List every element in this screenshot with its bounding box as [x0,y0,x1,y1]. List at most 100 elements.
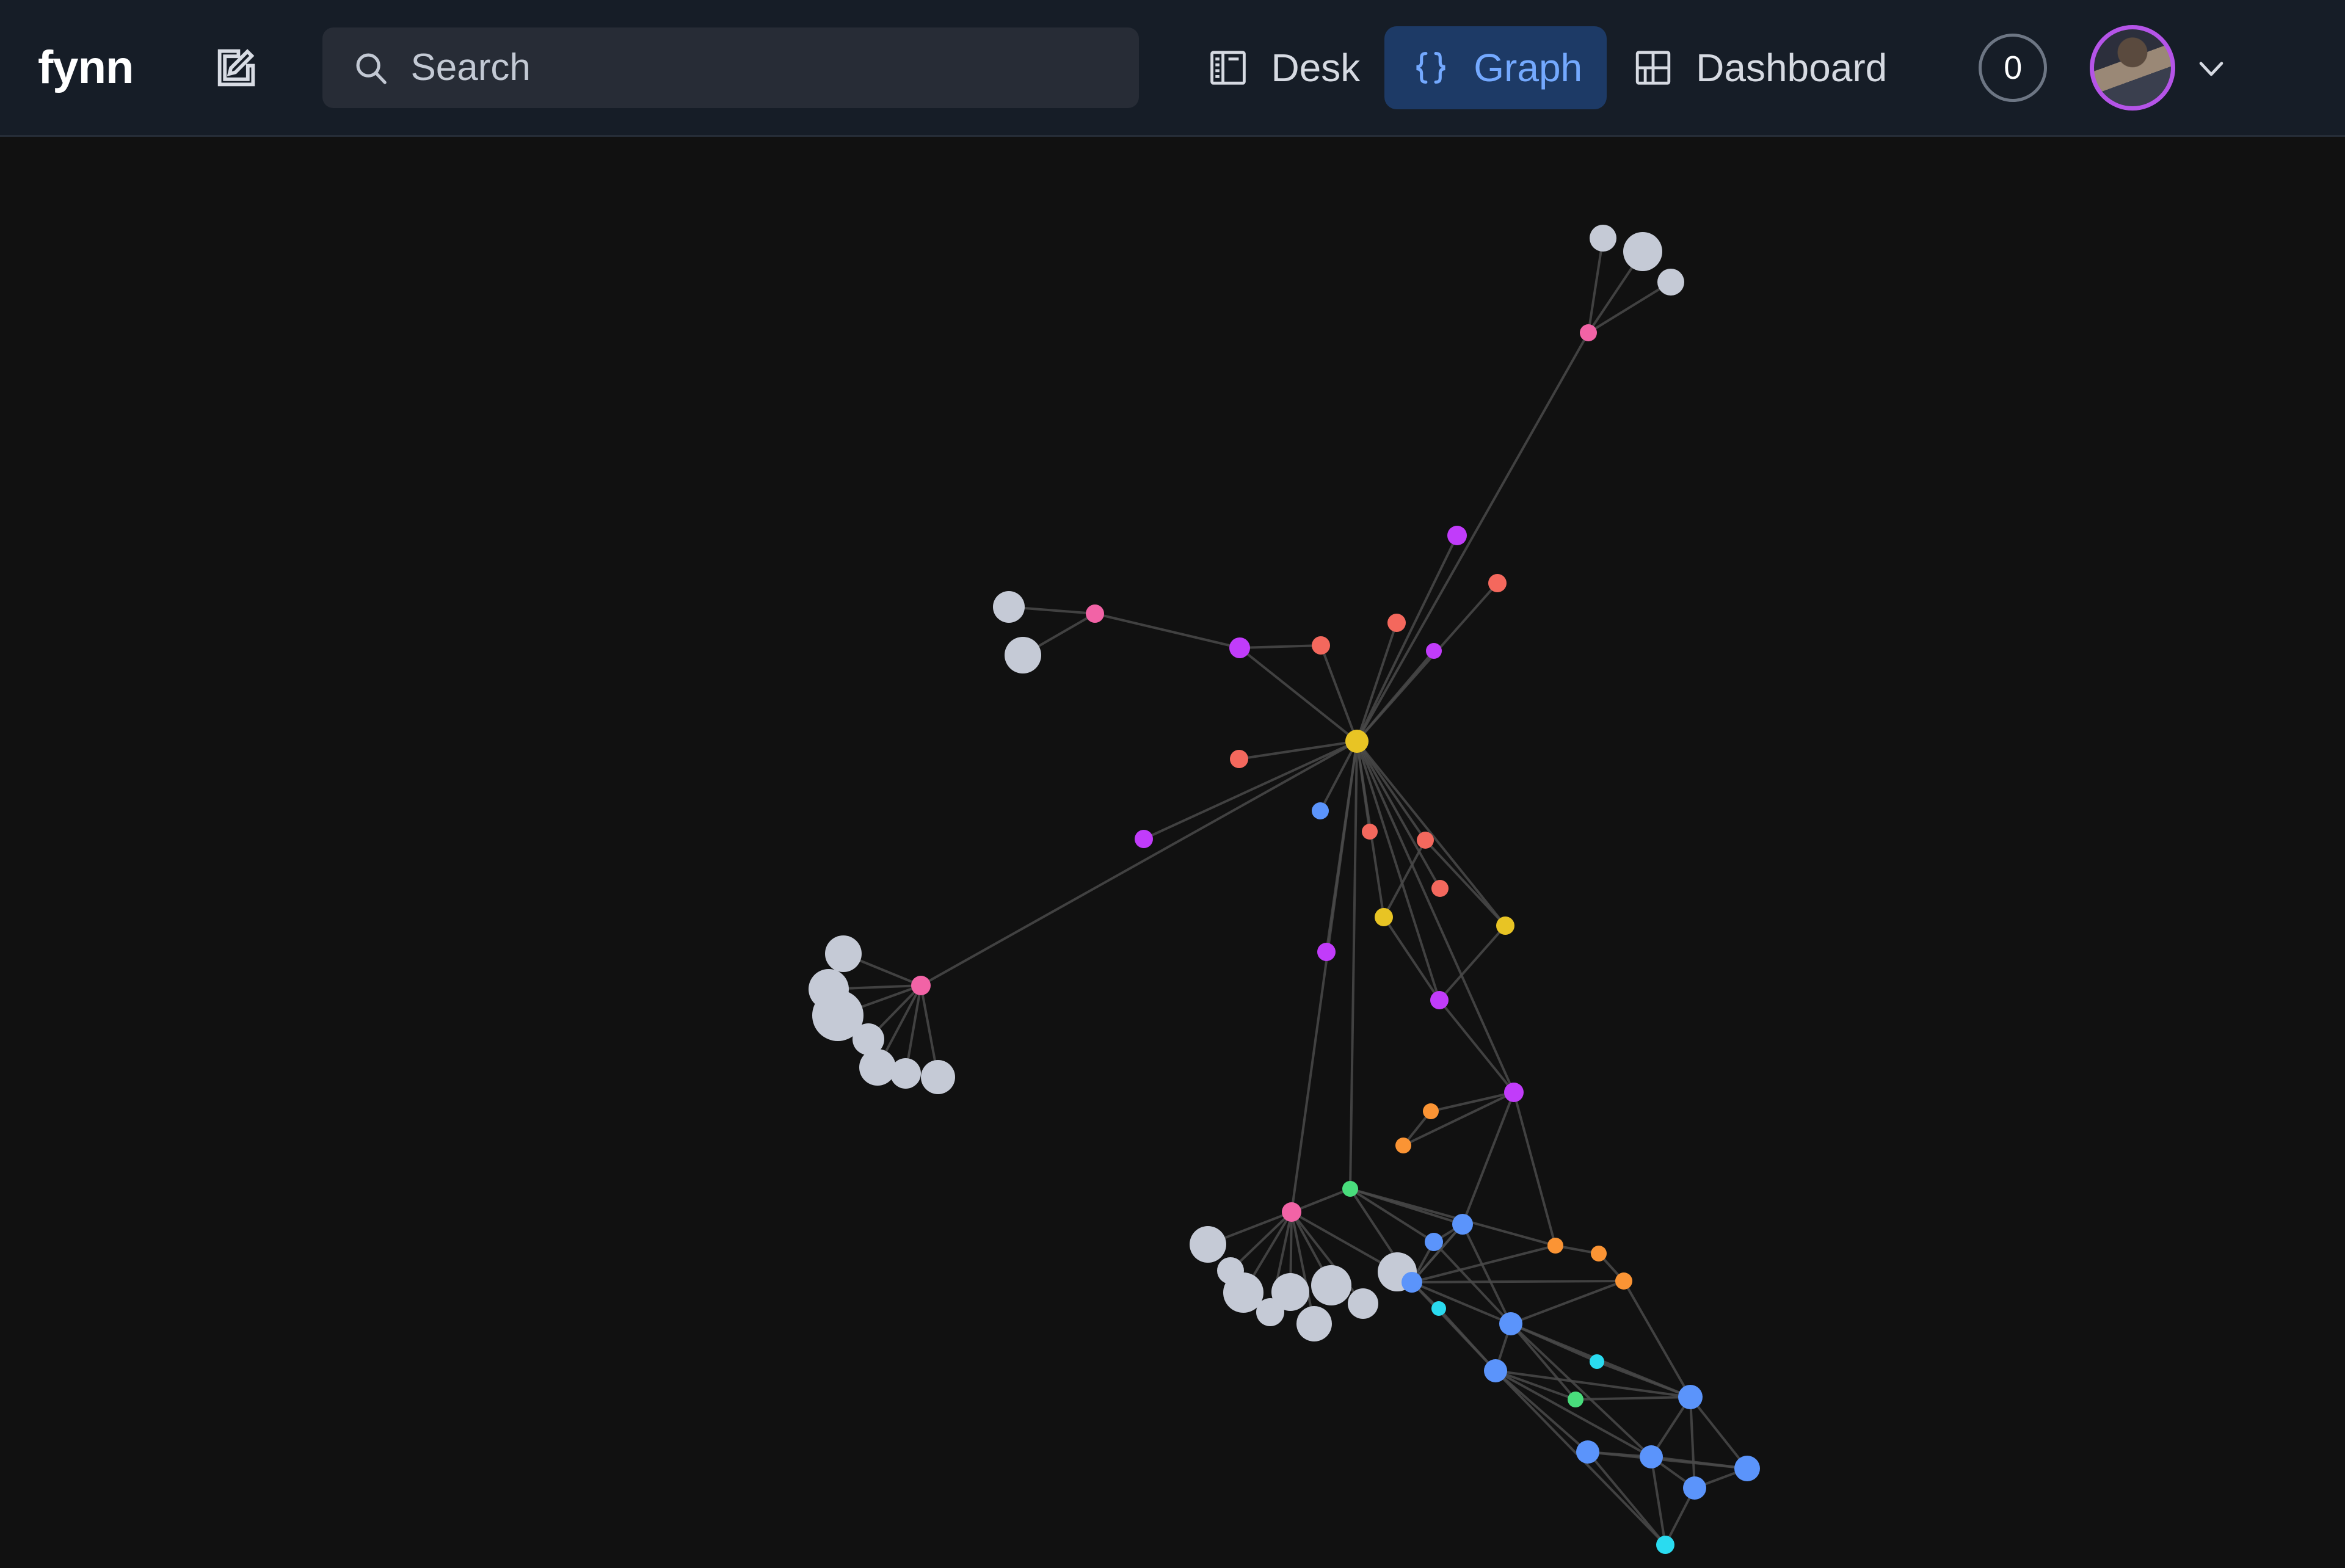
graph-node-affiliate[interactable] [1568,1392,1583,1407]
graph-edge [1356,332,1590,742]
nav-tab-graph[interactable]: Graph [1384,26,1607,109]
app-brand-logo[interactable]: fynn [38,41,134,94]
graph-node-route[interactable] [1362,824,1378,840]
graph-node-post[interactable] [825,935,862,972]
graph-edge [1587,238,1604,333]
graph-edge [1510,1280,1624,1325]
graph-node-post[interactable] [993,591,1025,623]
nav-tab-desk[interactable]: Desk [1182,26,1384,109]
graph-edge [1356,740,1507,927]
avatar[interactable] [2090,24,2176,111]
graph-node-post[interactable] [921,1060,955,1094]
graph-node-route[interactable] [1488,574,1507,592]
graph-edge [1383,916,1441,1001]
graph-node-category[interactable] [1580,324,1597,341]
nav-tab-graph-label: Graph [1474,45,1583,90]
graph-node-category[interactable] [1282,1202,1301,1222]
graph-node-product[interactable] [1484,1359,1507,1382]
graph-node-route[interactable] [1417,832,1434,849]
graph-node-product[interactable] [1312,802,1329,819]
graph-edge [1461,1224,1512,1324]
graph-node-vendor[interactable] [1431,1301,1446,1316]
graph-node-landingpage[interactable] [1317,943,1336,961]
graph-node-product[interactable] [1640,1445,1663,1468]
graph-node-category[interactable] [911,976,931,995]
graph-node-vendor[interactable] [1590,1354,1604,1369]
graph-edge [1349,1188,1435,1243]
user-menu[interactable] [2090,24,2229,111]
nav-tab-dashboard-label: Dashboard [1696,45,1888,90]
graph-node-product[interactable] [1678,1385,1703,1409]
graph-edge [1349,741,1358,1189]
dashboard-grid-icon [1635,50,1671,85]
graph-node-productcategory[interactable] [1395,1138,1411,1153]
nav-tab-desk-label: Desk [1271,45,1361,90]
graph-node-post[interactable] [1623,232,1662,271]
graph-edge [1356,535,1458,742]
graph-node-landingpage[interactable] [1229,637,1250,658]
graph-edge [1356,741,1441,1001]
curly-braces-icon [1416,51,1445,84]
graph-node-productcategory[interactable] [1423,1103,1439,1119]
desk-panels-icon [1210,50,1246,85]
graph-node-post[interactable] [1271,1273,1309,1311]
graph-node-product[interactable] [1734,1456,1760,1481]
graph-edge [1438,999,1515,1094]
graph-node-post[interactable] [1348,1288,1378,1319]
notification-count-badge[interactable]: 0 [1979,33,2048,102]
graph-edge [1430,1091,1514,1112]
graph-edge [1143,740,1358,840]
graph-node-product[interactable] [1425,1233,1443,1251]
graph-node-menu[interactable] [1375,908,1393,926]
graph-node-post[interactable] [859,1049,896,1086]
compose-button[interactable] [203,34,270,101]
graph-edge [1438,924,1507,1001]
main-navigation: Desk Graph Dashboard [1182,26,1911,109]
graph-node-product[interactable] [1683,1476,1706,1500]
graph-edge [1575,1396,1691,1401]
graph-node-product[interactable] [1402,1272,1422,1293]
graph-node-product[interactable] [1499,1312,1522,1335]
graph-node-post[interactable] [1005,637,1041,673]
graph-edge [1689,1396,1748,1470]
graph-node-menu[interactable] [1496,916,1514,935]
graph-node-product[interactable] [1576,1440,1599,1464]
graph-node-post[interactable] [1311,1265,1351,1305]
nav-tab-dashboard[interactable]: Dashboard [1607,26,1911,109]
graph-node-post[interactable] [1590,225,1616,252]
graph-node-productcategory[interactable] [1547,1238,1563,1254]
graph-node-landingpage[interactable] [1426,643,1442,659]
graph-node-post[interactable] [1296,1306,1332,1341]
graph-edge [1689,1396,1696,1489]
graph-node-route[interactable] [1431,880,1449,897]
graph-edge [1513,1092,1557,1246]
graph-edge [1411,1280,1624,1283]
graph-node-post[interactable] [1190,1226,1226,1263]
app-header: fynn Search Desk Graph Dashboard 0 [0,0,2345,137]
graph-node-productcategory[interactable] [1591,1246,1607,1261]
search-input[interactable]: Search [322,27,1140,108]
graph-node-productcategory[interactable] [1615,1272,1632,1290]
graph-node-landingpage[interactable] [1447,526,1467,545]
graph-node-landingpage[interactable] [1430,991,1449,1009]
graph-node-route[interactable] [1230,750,1248,768]
graph-node-product[interactable] [1452,1214,1473,1235]
compose-edit-icon [218,48,255,86]
graph-node-category[interactable] [1086,604,1104,623]
graph-node-route[interactable] [1387,614,1406,632]
graph-canvas[interactable] [0,139,2345,1568]
graph-node-vendor[interactable] [1656,1536,1674,1554]
graph-node-route[interactable] [1312,636,1330,655]
graph-visualization[interactable] [0,139,2345,1568]
graph-edge [920,740,1358,987]
graph-node-menu[interactable] [1345,730,1369,753]
graph-node-post[interactable] [1657,269,1684,296]
chevron-down-icon[interactable] [2194,50,2229,85]
graph-node-post[interactable] [890,1058,921,1089]
graph-node-landingpage[interactable] [1504,1083,1524,1102]
graph-edge [1587,281,1672,334]
graph-node-affiliate[interactable] [1342,1181,1358,1197]
graph-node-landingpage[interactable] [1135,830,1153,848]
graph-edge [1411,1244,1556,1283]
graph-nodes [809,225,1760,1554]
